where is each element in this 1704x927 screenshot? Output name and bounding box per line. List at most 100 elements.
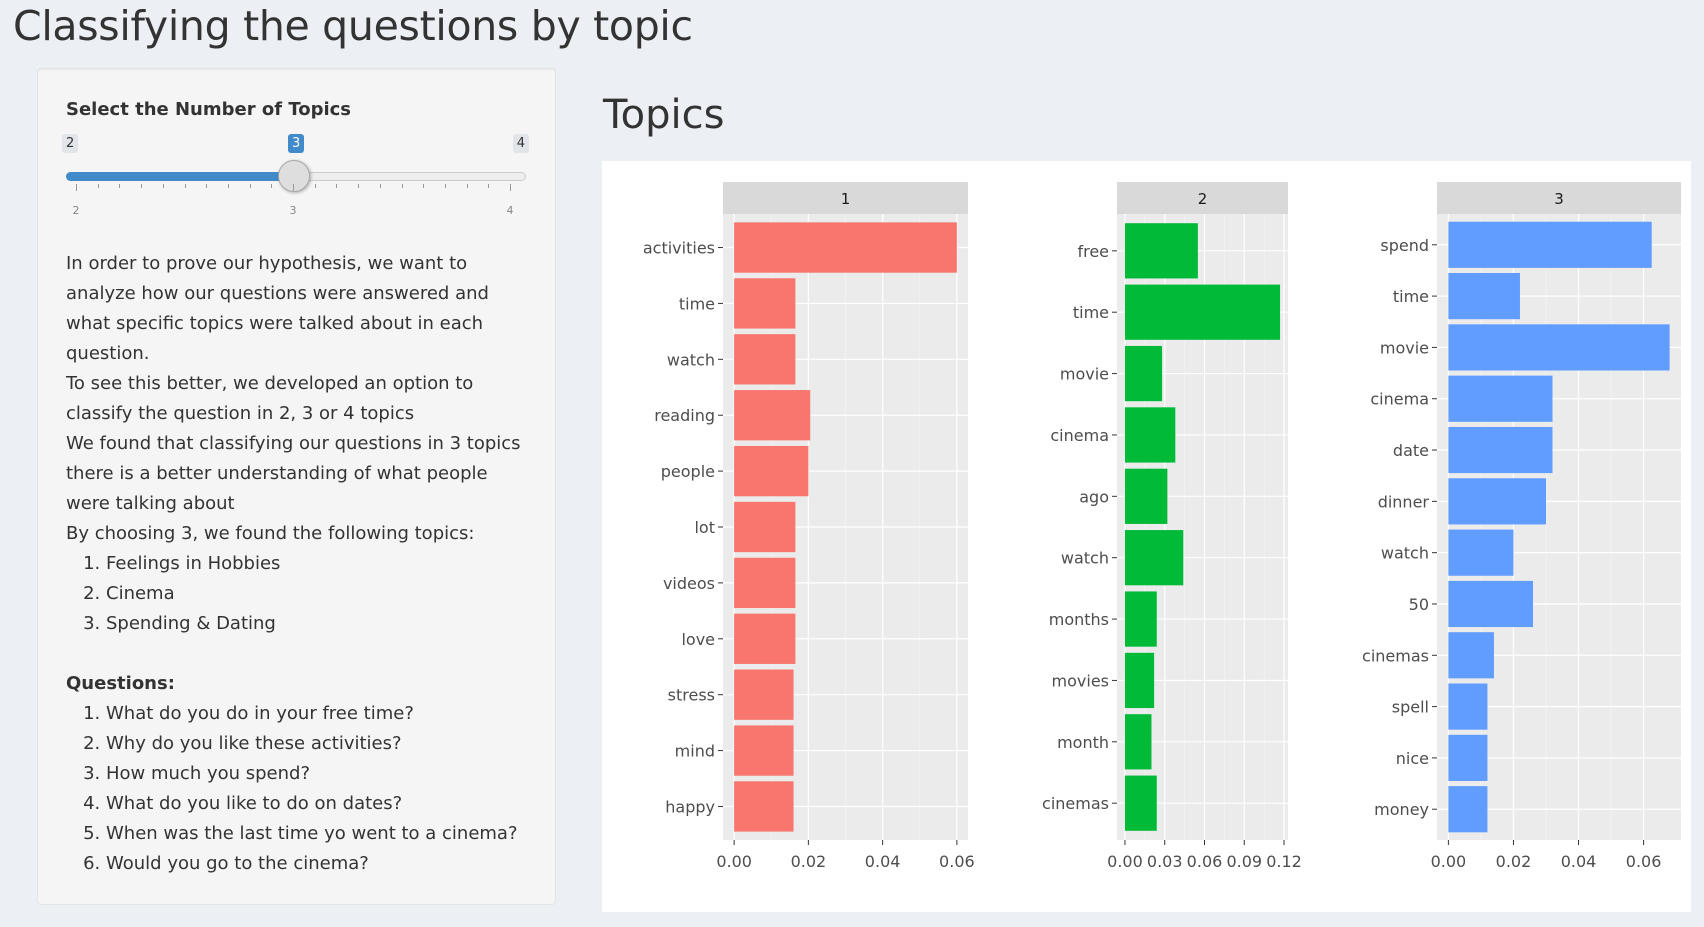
x-tick-label: 0.02: [791, 852, 827, 871]
y-tick-label: time: [1073, 303, 1109, 322]
x-tick-label: 0.09: [1226, 852, 1262, 871]
bar: [734, 390, 811, 441]
question-item: What do you like to do on dates?: [106, 789, 536, 819]
x-tick-label: 0.00: [1107, 852, 1143, 871]
slider-max-label: 4: [512, 134, 529, 153]
y-tick-label: date: [1393, 441, 1429, 460]
bar: [1448, 221, 1652, 268]
questions-list: What do you do in your free time? Why do…: [66, 699, 536, 879]
intro-paragraph-4: By choosing 3, we found the following to…: [66, 523, 475, 544]
y-tick-label: time: [1393, 287, 1429, 306]
intro-paragraph-1: In order to prove our hypothesis, we wan…: [66, 253, 489, 364]
slider-tick: [141, 184, 143, 188]
bar: [1448, 426, 1553, 474]
topics-heading: Topics: [603, 92, 725, 138]
y-tick-label: cinemas: [1042, 794, 1109, 813]
topics-plot: 1 0.00 0.02 0.04 0.06 activities time watch read…: [602, 161, 1691, 912]
y-tick-label: mind: [675, 742, 715, 761]
y-tick-label: nice: [1396, 749, 1429, 768]
bar: [1448, 786, 1488, 833]
y-tick-label: watch: [667, 350, 715, 369]
slider-tick: [271, 184, 273, 188]
x-tick-label: 0.00: [716, 852, 752, 871]
slider-tick: [466, 184, 468, 188]
question-item: Why do you like these activities?: [106, 729, 536, 759]
y-tick-label: spend: [1380, 236, 1429, 255]
bar: [1448, 273, 1520, 320]
x-tick-label: 0.06: [1626, 852, 1662, 871]
x-tick-label: 0.03: [1147, 852, 1183, 871]
bar: [1124, 591, 1157, 647]
slider-fill: [66, 172, 296, 181]
y-tick-label: videos: [663, 574, 715, 593]
x-tick-label: 0.02: [1496, 852, 1532, 871]
slider-tick: [423, 184, 425, 188]
bar: [1124, 407, 1176, 463]
y-tick-label: people: [661, 462, 715, 481]
y-tick-label: activities: [643, 239, 715, 258]
slider-tick: [76, 184, 77, 191]
y-tick-label: movies: [1052, 671, 1109, 690]
slider-tick: [510, 184, 511, 191]
y-tick-label: movie: [1380, 338, 1429, 357]
topics-list: Feelings in Hobbies Cinema Spending & Da…: [66, 549, 536, 639]
slider-tick: [444, 184, 446, 188]
sidebar-panel: Select the Number of Topics 2 3 4 2 3 4 In…: [37, 68, 556, 905]
y-tick-label: ago: [1079, 487, 1109, 506]
x-tick-label: 0.04: [1561, 852, 1597, 871]
facet-label: 3: [1554, 190, 1564, 208]
y-tick-label: love: [681, 630, 715, 649]
topic-item: Cinema: [106, 579, 536, 609]
bar: [734, 781, 794, 832]
y-tick-label: spell: [1392, 698, 1429, 717]
slider-tick: [358, 184, 360, 188]
slider-tick: [488, 184, 490, 188]
bar: [1124, 345, 1163, 402]
question-item: Would you go to the cinema?: [106, 849, 536, 879]
y-tick-label: lot: [694, 518, 715, 537]
questions-heading: Questions:: [66, 673, 175, 694]
bar: [1448, 580, 1533, 628]
topic-item: Feelings in Hobbies: [106, 549, 536, 579]
description-block: In order to prove our hypothesis, we wan…: [66, 249, 536, 879]
slider-tick: [206, 184, 208, 188]
slider-label: Select the Number of Topics: [66, 99, 352, 120]
bar: [1448, 478, 1546, 525]
slider-tick: [379, 184, 381, 188]
bar: [734, 557, 796, 609]
y-tick-label: watch: [1381, 544, 1429, 563]
slider-tick: [227, 184, 229, 188]
y-tick-label: months: [1049, 610, 1109, 629]
bar: [1448, 734, 1488, 781]
intro-paragraph-2: To see this better, we developed an opti…: [66, 373, 474, 424]
y-tick-label: 50: [1409, 595, 1429, 614]
slider-tick: [314, 184, 316, 188]
y-tick-label: happy: [665, 797, 715, 816]
y-tick-label: dinner: [1378, 492, 1430, 511]
slider-tick: [97, 184, 99, 188]
bar: [734, 278, 796, 329]
slider-value-label: 3: [288, 134, 305, 153]
intro-paragraph-3: We found that classifying our questions …: [66, 433, 521, 514]
question-item: What do you do in your free time?: [106, 699, 536, 729]
slider-tick: [293, 184, 294, 191]
y-tick-label: cinemas: [1362, 646, 1429, 665]
bar: [1448, 375, 1553, 422]
bar: [1124, 468, 1168, 524]
slider-tick: [336, 184, 338, 188]
x-tick-label: 0.06: [1187, 852, 1223, 871]
bar: [1124, 714, 1152, 770]
y-tick-label: cinema: [1050, 426, 1109, 445]
bar: [1448, 529, 1514, 576]
x-tick-label: 0.12: [1266, 852, 1302, 871]
bar: [734, 222, 957, 273]
bar: [734, 725, 794, 776]
y-tick-label: cinema: [1370, 390, 1429, 409]
bar: [734, 334, 796, 385]
bar: [734, 445, 809, 497]
slider-handle[interactable]: [278, 160, 310, 192]
y-tick-label: time: [679, 294, 715, 313]
facet-label: 2: [1198, 190, 1208, 208]
page-title: Classifying the questions by topic: [13, 2, 693, 50]
bar: [1124, 530, 1184, 586]
